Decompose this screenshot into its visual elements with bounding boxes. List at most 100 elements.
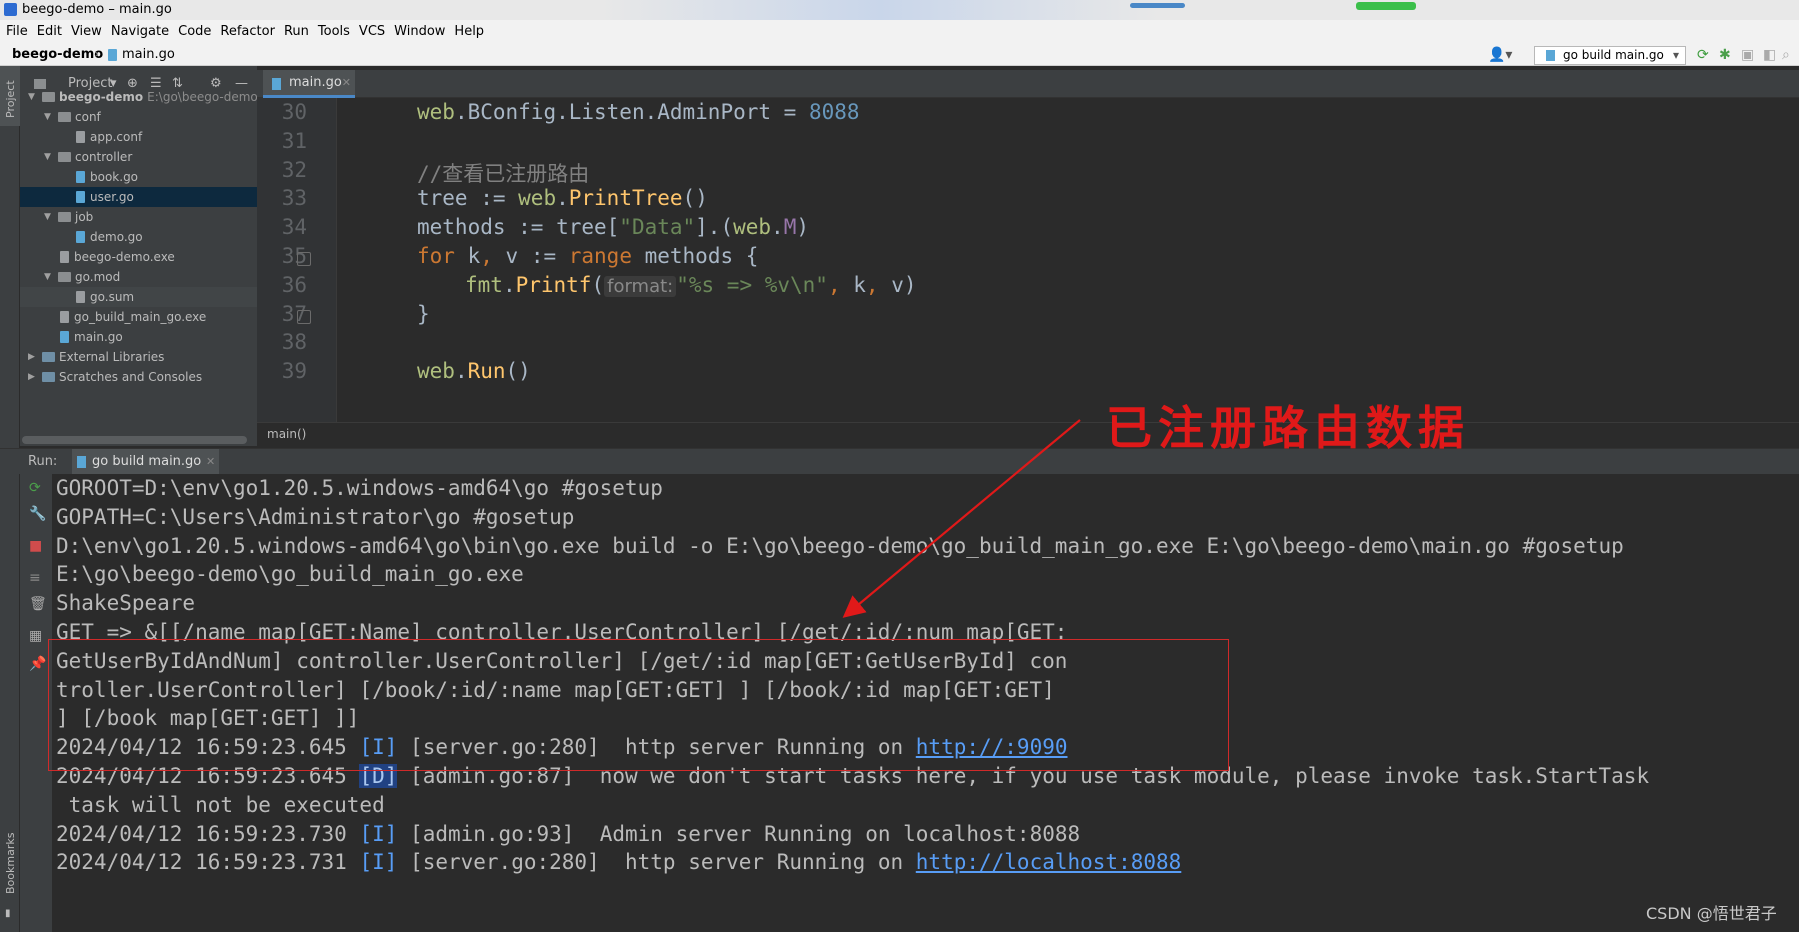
console-line: GOPATH=C:\Users\Administrator\go #gosetu… (56, 504, 575, 529)
tree-item[interactable]: ▼ conf (20, 107, 257, 127)
menu-item-help[interactable]: Help (454, 20, 484, 44)
rerun-icon[interactable]: ⟳ (29, 480, 41, 496)
code-line[interactable]: tree := web.PrintTree() (417, 186, 708, 210)
chevron-right-icon[interactable]: ▶ (28, 367, 35, 387)
coverage-icon[interactable]: ▣ (1741, 48, 1754, 62)
library-icon (42, 351, 55, 362)
chevron-down-icon[interactable]: ▼ (44, 207, 51, 227)
fold-marker-icon[interactable] (297, 252, 311, 266)
tree-item[interactable]: ▼ beego-demo E:\go\beego-demo (20, 87, 257, 107)
menu-item-refactor[interactable]: Refactor (220, 20, 275, 44)
code-editor[interactable]: 30 31 32 33 34 35 36 37 38 39 web.BConfig.Listen.… (257, 98, 1799, 422)
tree-item[interactable]: ▶ External Libraries (20, 347, 257, 367)
nav-file[interactable]: main.go (122, 44, 175, 66)
tree-item[interactable]: user.go (20, 186, 257, 207)
wrench-icon[interactable]: 🔧 (29, 506, 46, 522)
tree-item-label: demo.go (90, 227, 143, 247)
code-line[interactable]: web.BConfig.Listen.AdminPort = 8088 (417, 100, 860, 124)
indent-guide (336, 98, 337, 422)
project-horizontal-scrollbar[interactable] (22, 436, 247, 444)
code-line[interactable]: //查看已注册路由 (417, 158, 589, 188)
menu-item-navigate[interactable]: Navigate (111, 20, 169, 44)
trash-icon[interactable]: 🗑 (29, 596, 47, 612)
run-configuration-select[interactable]: go build main.go ▾ (1534, 46, 1686, 65)
menu-item-file[interactable]: File (6, 20, 28, 44)
line-number: 33 (281, 186, 307, 211)
tree-item-label: go_build_main_go.exe (74, 307, 206, 327)
log-message: Admin server Running on localhost:8088 (574, 821, 1081, 846)
menu-item-run[interactable]: Run (284, 20, 309, 44)
log-link[interactable]: http://localhost:8088 (916, 850, 1182, 874)
nav-project[interactable]: beego-demo (12, 44, 103, 66)
tree-item-label: app.conf (90, 127, 142, 147)
console-line: ShakeSpeare (56, 591, 196, 616)
folder-icon (58, 111, 71, 122)
tree-item[interactable]: go_build_main_go.exe (20, 307, 257, 327)
project-tool-label[interactable]: Project (4, 80, 17, 118)
search-icon[interactable]: ⌕ (1782, 48, 1790, 62)
tree-item[interactable]: ▼ job (20, 207, 257, 227)
line-number: 38 (281, 330, 307, 355)
menu-item-edit[interactable]: Edit (37, 20, 62, 44)
user-icon[interactable]: 👤▾ (1488, 48, 1512, 62)
chevron-down-icon[interactable]: ▼ (28, 87, 35, 107)
code-line[interactable]: } (417, 302, 430, 326)
breadcrumb-separator-icon: › (94, 47, 100, 62)
code-line[interactable]: methods := tree["Data"].(web.M) (417, 215, 809, 239)
tree-item-label: External Libraries (59, 347, 164, 367)
debug-icon[interactable]: ✱ (1719, 48, 1731, 62)
route-data-highlight-box (48, 639, 1229, 771)
editor-tab-bar: main.go ✕ (257, 70, 1799, 98)
code-line[interactable]: for k, v := range methods { (417, 244, 758, 268)
soft-wrap-icon[interactable]: ≡ (29, 570, 41, 586)
chevron-right-icon[interactable]: ▶ (28, 347, 35, 367)
chevron-down-icon[interactable]: ▼ (44, 107, 51, 127)
rerun-icon[interactable]: ⟳ (1697, 48, 1709, 62)
run-panel-header: Run: go build main.go ✕ (0, 448, 1799, 475)
log-line: task will not be executed (56, 793, 385, 817)
tree-item[interactable]: ▶ Scratches and Consoles (20, 367, 257, 387)
log-level: [I] (359, 850, 398, 875)
log-message: task will not be executed (56, 792, 385, 817)
menu-item-vcs[interactable]: VCS (359, 20, 385, 44)
close-icon[interactable]: ✕ (342, 70, 351, 96)
log-timestamp: 2024/04/12 16:59:23.730 (56, 821, 347, 846)
tree-item[interactable]: ▼ go.mod (20, 267, 257, 287)
bookmark-icon[interactable]: ▮ (5, 908, 11, 919)
layout-icon[interactable]: ▦ (29, 628, 42, 644)
profile-icon[interactable]: ◧ (1763, 48, 1776, 62)
tree-item-name: External Libraries (59, 349, 165, 364)
fold-marker-icon[interactable] (297, 309, 311, 324)
menu-item-code[interactable]: Code (178, 20, 211, 44)
tree-item[interactable]: main.go (20, 327, 257, 347)
tree-item[interactable]: app.conf (20, 127, 257, 147)
menu-item-view[interactable]: View (71, 20, 102, 44)
tree-item-name: conf (75, 109, 101, 124)
bookmarks-tool-label[interactable]: Bookmarks (4, 833, 17, 894)
tab-main-go[interactable]: main.go ✕ (263, 70, 355, 98)
log-line: 2024/04/12 16:59:23.731 [I] [server.go:2… (56, 850, 1181, 874)
tree-item[interactable]: beego-demo.exe (20, 247, 257, 267)
tree-item[interactable]: go.sum (20, 286, 257, 307)
tree-item[interactable]: demo.go (20, 227, 257, 247)
folder-icon (58, 151, 71, 162)
tree-item-label: conf (75, 107, 101, 127)
stop-icon[interactable]: ■ (29, 538, 42, 554)
tree-item-name: job (75, 209, 94, 224)
chevron-down-icon[interactable]: ▼ (44, 267, 51, 287)
chevron-down-icon[interactable]: ▼ (44, 147, 51, 167)
close-icon[interactable]: ✕ (206, 449, 215, 475)
pin-icon[interactable]: 📌 (29, 656, 46, 672)
code-line[interactable]: web.Run() (417, 359, 531, 383)
menu-item-tools[interactable]: Tools (318, 20, 350, 44)
code-breadcrumb[interactable]: main() (257, 422, 1799, 444)
navigation-bar: beego-demo › main.go 👤▾ go build main.go… (0, 44, 1799, 66)
tree-item[interactable]: book.go (20, 167, 257, 187)
run-tab-go-build[interactable]: go build main.go ✕ (72, 449, 220, 475)
line-number: 39 (281, 359, 307, 384)
tree-item[interactable]: ▼ controller (20, 147, 257, 167)
tree-item-name: demo.go (90, 229, 143, 244)
menu-item-window[interactable]: Window (394, 20, 445, 44)
tree-item-label: controller (75, 147, 132, 167)
code-line[interactable]: fmt.Printf(format: "%s => %v\n", k, v) (465, 273, 917, 297)
